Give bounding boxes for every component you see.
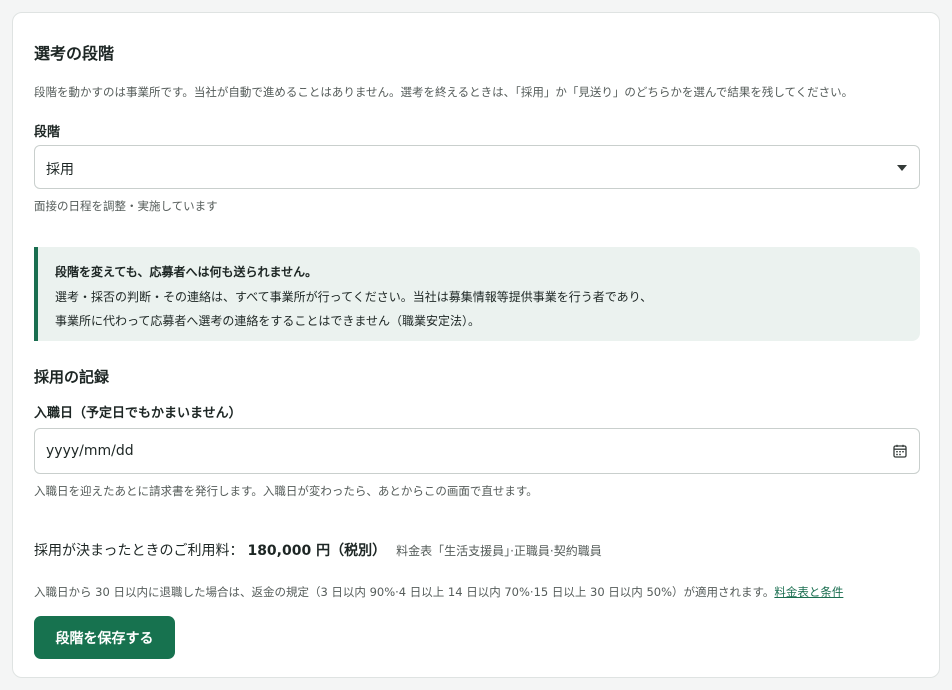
fee-label: 採用が決まったときのご利用料： [34,543,244,559]
stage-label: 段階 [34,125,61,140]
stage-hint: 面接の日程を調整・実施しています [34,199,218,213]
notice-line-2: 事業所に代わって応募者へ選考の連絡をすることはできません（職業安定法）。 [55,314,481,328]
fee-terms-link[interactable]: 料金表と条件 [774,585,843,599]
stage-select[interactable]: 採用 [34,145,920,189]
join-date-hint: 入職日を迎えたあとに請求書を発行します。入職日が変わったら、あとからこの画面で直… [34,484,538,498]
notice-title: 段階を変えても、応募者へは何も送られません。 [55,265,318,279]
refund-policy: 入職日から 30 日以内に退職した場合は、返金の規定（3 日以内 90%·4 日… [34,584,843,600]
join-date-input[interactable]: yyyy/mm/dd [34,428,920,474]
join-date-placeholder: yyyy/mm/dd [46,443,134,459]
stage-select-value: 採用 [46,162,74,178]
join-date-label: 入職日（予定日でもかまいません） [34,406,242,421]
save-stage-button[interactable]: 段階を保存する [34,616,175,659]
fee-note: 料金表「生活支援員」·正職員·契約職員 [396,544,602,558]
fee-row: 採用が決まったときのご利用料： 180,000 円（税別） 料金表「生活支援員」·正… [34,540,602,560]
stage-card: 選考の段階 段階を動かすのは事業所です。当社が自動で進めることはありません。選考… [12,12,940,678]
calendar-icon[interactable] [893,444,907,458]
chevron-down-icon [897,165,907,171]
notice-box: 段階を変えても、応募者へは何も送られません。 選考・採否の判断・その連絡は、すべ… [34,247,920,341]
refund-text: 入職日から 30 日以内に退職した場合は、返金の規定（3 日以内 90%·4 日… [34,585,775,599]
fee-amount: 180,000 円（税別） [247,543,387,559]
section-description: 段階を動かすのは事業所です。当社が自動で進めることはありません。選考を終えるとき… [34,85,854,99]
section-title: 選考の段階 [34,44,115,63]
notice-line-1: 選考・採否の判断・その連絡は、すべて事業所が行ってください。当社は募集情報等提供… [55,290,653,304]
hire-record-title: 採用の記録 [34,368,110,386]
